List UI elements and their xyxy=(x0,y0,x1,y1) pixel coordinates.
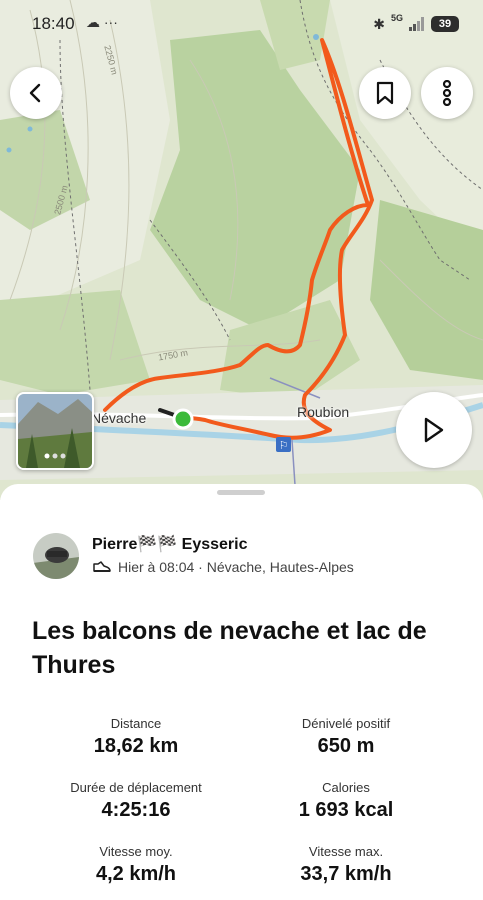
photo-image xyxy=(18,394,92,468)
chevron-left-icon xyxy=(29,83,41,103)
stat-distance: Distance 18,62 km xyxy=(36,716,236,758)
stat-value: 33,7 km/h xyxy=(300,863,392,885)
bookmark-icon xyxy=(376,81,394,105)
shoe-icon xyxy=(93,561,111,572)
map-view[interactable]: ⚐ 2250 m 2500 m 1750 m Névache Roubion 1… xyxy=(0,0,483,500)
status-time: 18:40 xyxy=(32,14,75,33)
start-marker xyxy=(172,408,194,430)
stat-value: 4:25:16 xyxy=(101,799,171,821)
stat-moving-time: Durée de déplacement 4:25:16 xyxy=(36,780,236,822)
signal-icon xyxy=(409,17,424,31)
map-label-roubion: Roubion xyxy=(297,404,350,420)
stat-avg-speed: Vitesse moy. 4,2 km/h xyxy=(36,844,236,886)
activity-meta: Hier à 08:04 · Névache, Hautes-Alpes xyxy=(92,559,354,575)
stat-label: Durée de déplacement xyxy=(70,780,202,795)
stat-value: 650 m xyxy=(317,735,375,757)
drag-handle[interactable] xyxy=(217,490,265,495)
stat-max-speed: Vitesse max. 33,7 km/h xyxy=(246,844,446,886)
activity-sheet: Pierre🏁🏁 Eysseric Hier à 08:04 · Névache… xyxy=(0,484,483,900)
stat-value: 4,2 km/h xyxy=(95,863,177,885)
user-name[interactable]: Pierre🏁🏁 Eysseric xyxy=(92,534,248,554)
stat-calories: Calories 1 693 kcal xyxy=(246,780,446,822)
activity-meta-text: Hier à 08:04 · Névache, Hautes-Alpes xyxy=(118,559,354,575)
more-options-button[interactable] xyxy=(421,67,473,119)
avatar-image xyxy=(33,533,79,579)
stat-elevation-gain: Dénivelé positif 650 m xyxy=(246,716,446,758)
play-icon xyxy=(424,417,444,443)
play-flyover-button[interactable] xyxy=(396,392,472,468)
bluetooth-icon: ✱ xyxy=(373,15,385,32)
more-vertical-icon xyxy=(442,80,452,106)
activity-title: Les balcons de nevache et lac de Thures xyxy=(32,617,427,679)
stat-label: Vitesse moy. xyxy=(99,844,173,859)
stat-value: 1 693 kcal xyxy=(298,799,394,821)
status-right: ✱ 5G 39 xyxy=(373,12,459,36)
back-button[interactable] xyxy=(10,67,62,119)
avatar[interactable] xyxy=(33,533,79,579)
notification-icons: ☁ ··· xyxy=(86,14,118,30)
network-type: 5G xyxy=(390,13,403,23)
battery-indicator: 39 xyxy=(431,16,459,32)
bookmark-button[interactable] xyxy=(359,67,411,119)
map-label-nevache: Névache xyxy=(91,410,147,426)
stat-label: Dénivelé positif xyxy=(301,716,391,731)
photo-thumbnail[interactable] xyxy=(16,392,94,470)
stat-label: Vitesse max. xyxy=(308,844,384,859)
stat-label: Calories xyxy=(322,780,370,795)
stat-value: 18,62 km xyxy=(93,735,179,757)
svg-text:⚐: ⚐ xyxy=(279,439,289,452)
stat-label: Distance xyxy=(110,716,162,731)
status-bar: 18:40 ☁ ··· ✱ 5G 39 xyxy=(0,0,483,50)
